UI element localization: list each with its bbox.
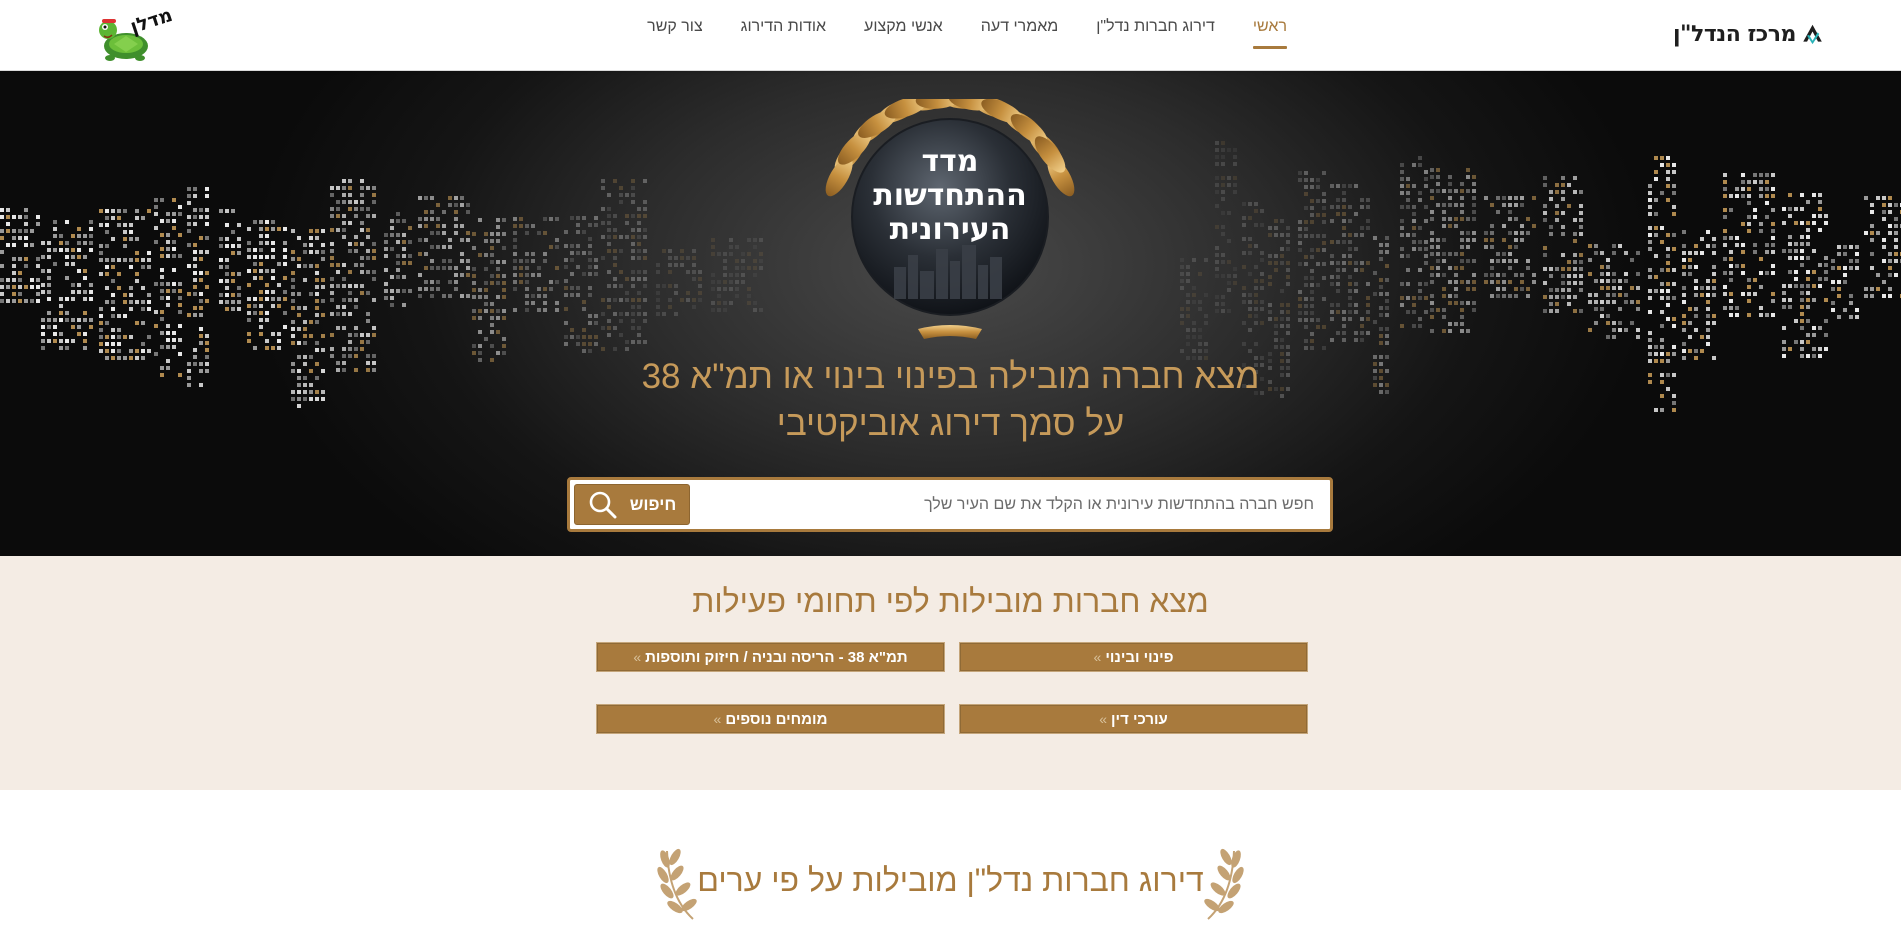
nav-item-professionals[interactable]: אנשי מקצוע xyxy=(864,0,943,71)
nav-item-company-ranking[interactable]: דירוג חברות נדל"ן xyxy=(1096,0,1215,71)
logo-mark-icon xyxy=(1803,24,1822,45)
nav-item-opinion-articles[interactable]: מאמרי דעה xyxy=(981,0,1059,71)
logo-text: מרכז הנדל"ן xyxy=(1673,21,1796,47)
category-evacuation-construction-button[interactable]: פינוי ובינוי » xyxy=(959,642,1308,672)
categories-title: מצא חברות מובילות לפי תחומי פעילות xyxy=(692,583,1209,619)
search-input[interactable] xyxy=(714,480,1314,529)
search-button[interactable]: חיפוש xyxy=(574,484,690,525)
emblem-line-3: העירונית xyxy=(890,212,1011,247)
search-button-label: חיפוש xyxy=(629,494,677,514)
category-label: פינוי ובינוי xyxy=(1105,648,1174,666)
laurel-wreath-icon: מדד ההתחדשות העירונית xyxy=(825,90,1075,339)
site-header: מרכז הנדל"ן ראשי דירוג חברות נדל"ן מאמרי… xyxy=(0,0,1901,71)
main-nav: ראשי דירוג חברות נדל"ן מאמרי דעה אנשי מק… xyxy=(609,0,1288,71)
madlan-partner-logo[interactable]: מדלן xyxy=(96,4,175,64)
categories-section: מצא חברות מובילות לפי תחומי פעילות פינוי… xyxy=(0,556,1901,790)
chevron-double-icon: » xyxy=(633,649,642,665)
category-label: תמ"א 38 - הריסה ובניה / חיזוק ותוספות xyxy=(645,648,908,666)
chevron-double-icon: » xyxy=(1099,711,1108,727)
search-icon xyxy=(589,491,617,518)
hero-title-line-1: מצא חברה מובילה בפינוי בינוי או תמ"א 38 xyxy=(641,357,1260,396)
emblem-line-2: ההתחדשות xyxy=(873,178,1027,213)
nav-item-home[interactable]: ראשי xyxy=(1252,0,1288,71)
nav-item-about-ranking[interactable]: אודות הדירוג xyxy=(741,0,826,71)
search-bar: חיפוש xyxy=(567,477,1333,532)
hero-title-line-2: על סמך דירוג אוביקטיבי xyxy=(776,404,1125,443)
ranking-by-cities-title: דירוג חברות נדל"ן מובילות על פי ערים xyxy=(697,862,1204,898)
category-label: עורכי דין xyxy=(1111,710,1168,728)
urban-renewal-index-emblem: מדד ההתחדשות העירונית xyxy=(808,90,1093,349)
laurel-sprig-right-icon xyxy=(1204,848,1244,920)
chevron-double-icon: » xyxy=(713,711,722,727)
emblem-line-1: מדד xyxy=(922,144,979,179)
hero-section: מדד ההתחדשות העירונית מצא חברה מובילה בפ… xyxy=(0,71,1901,556)
category-more-experts-button[interactable]: מומחים נוספים » xyxy=(596,704,945,734)
category-lawyers-button[interactable]: עורכי דין » xyxy=(959,704,1308,734)
nav-item-contact[interactable]: צור קשר xyxy=(647,0,703,71)
chevron-double-icon: » xyxy=(1093,649,1102,665)
category-tama38-button[interactable]: תמ"א 38 - הריסה ובניה / חיזוק ותוספות » xyxy=(596,642,945,672)
site-logo[interactable]: מרכז הנדל"ן xyxy=(1673,8,1823,60)
category-label: מומחים נוספים xyxy=(725,710,828,728)
